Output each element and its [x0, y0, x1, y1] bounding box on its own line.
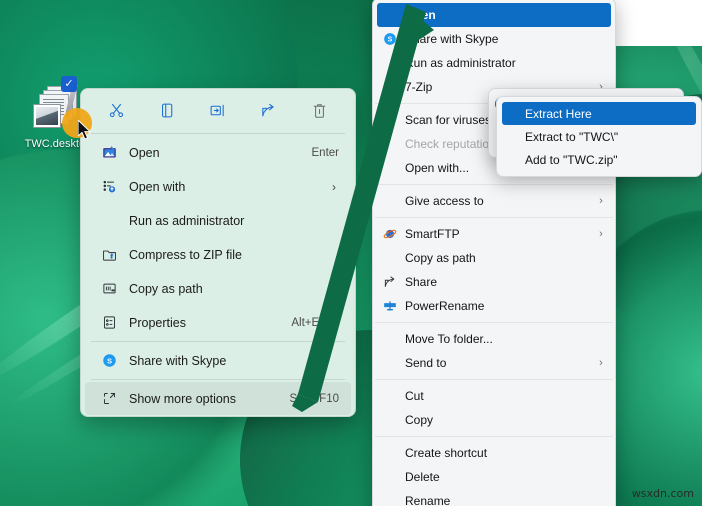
more-options-icon: [97, 391, 121, 406]
classic-item-give-access-to[interactable]: Give access to ›: [373, 189, 615, 213]
menu-label: Copy as path: [129, 281, 203, 296]
copy-path-icon: [97, 281, 121, 296]
classic-label: SmartFTP: [405, 227, 460, 241]
skype-icon: S: [97, 353, 121, 368]
menu-label: Compress to ZIP file: [129, 247, 243, 262]
menu-separator: [91, 379, 345, 380]
menu-item-show-more-options[interactable]: Show more options Shift+F10: [85, 382, 351, 415]
classic-item-powerrename[interactable]: PowerRename: [373, 294, 615, 318]
copy-button[interactable]: [150, 95, 184, 125]
watermark: wsxdn.com: [631, 487, 694, 500]
zip-item-extract-to-folder[interactable]: Extract to "TWC\": [497, 125, 701, 148]
menu-item-compress-to-zip[interactable]: Compress to ZIP file: [85, 238, 351, 271]
rename-icon: [211, 104, 225, 116]
win11-context-menu[interactable]: Open Enter Open with › Run as administra…: [80, 88, 356, 417]
classic-separator: [375, 379, 613, 380]
menu-accelerator: Enter: [311, 146, 340, 159]
classic-item-rename[interactable]: Rename: [373, 489, 615, 506]
classic-separator: [375, 217, 613, 218]
rename-button[interactable]: [201, 95, 235, 125]
classic-label: Cut: [405, 389, 424, 403]
classic-label: Copy as path: [405, 251, 476, 265]
menu-separator: [91, 133, 345, 134]
share-icon: [262, 103, 275, 116]
classic-item-delete[interactable]: Delete: [373, 465, 615, 489]
menu-label: Show more options: [129, 391, 237, 406]
classic-label: Share: [405, 275, 438, 289]
classic-item-share-with-skype[interactable]: S Share with Skype: [373, 27, 615, 51]
menu-label: Open with: [129, 179, 186, 194]
wallpaper-white-strip: [612, 0, 702, 46]
screen: ✓ TWC.desktop Open Enter Open with › Run…: [0, 0, 702, 506]
copy-icon: [161, 103, 172, 117]
classic-label: Copy: [405, 413, 434, 427]
classic-item-send-to[interactable]: Send to ›: [373, 351, 615, 375]
classic-label: Move To folder...: [405, 332, 493, 346]
classic-context-menu[interactable]: Open S Share with Skype Run as administr…: [372, 0, 616, 506]
open-with-icon: [97, 179, 121, 194]
menu-item-open[interactable]: Open Enter: [85, 136, 351, 169]
smartftp-icon: [379, 227, 401, 241]
classic-item-open[interactable]: Open: [377, 3, 611, 27]
properties-icon: [97, 315, 121, 330]
menu-accelerator: Shift+F10: [289, 392, 339, 405]
mouse-cursor: [62, 108, 102, 148]
classic-item-run-as-administrator[interactable]: Run as administrator: [373, 51, 615, 75]
svg-text:S: S: [388, 37, 393, 44]
menu-item-share-with-skype[interactable]: S Share with Skype: [85, 344, 351, 377]
zip-item-extract-here[interactable]: Extract Here: [502, 102, 696, 125]
menu-label: Share with Skype: [129, 353, 227, 368]
zip-submenu[interactable]: Extract Here Extract to "TWC\" Add to "T…: [496, 96, 702, 177]
classic-item-move-to-folder[interactable]: Move To folder...: [373, 327, 615, 351]
menu-item-open-with[interactable]: Open with ›: [85, 170, 351, 203]
svg-text:S: S: [106, 356, 111, 365]
menu-label: Open: [129, 145, 160, 160]
selection-check-badge: ✓: [61, 76, 77, 92]
classic-item-cut[interactable]: Cut: [373, 384, 615, 408]
zip-folder-icon: [97, 247, 121, 262]
menu-item-copy-as-path[interactable]: Copy as path: [85, 272, 351, 305]
menu-item-run-as-administrator[interactable]: Run as administrator: [85, 204, 351, 237]
delete-button[interactable]: [303, 95, 337, 125]
classic-label: Create shortcut: [405, 446, 488, 460]
chevron-right-icon: ›: [599, 195, 603, 207]
share-button[interactable]: [252, 95, 286, 125]
menu-label: Properties: [129, 315, 186, 330]
chevron-right-icon: ›: [332, 179, 336, 194]
classic-item-copy-as-path[interactable]: Copy as path: [373, 246, 615, 270]
menu-label: Run as administrator: [129, 213, 245, 228]
shield-icon: [379, 113, 401, 127]
chevron-right-icon: ›: [599, 228, 603, 240]
powerrename-icon: [379, 299, 401, 313]
zip-item-add-to-zip[interactable]: Add to "TWC.zip": [497, 148, 701, 171]
classic-item-copy[interactable]: Copy: [373, 408, 615, 432]
quick-action-toolbar[interactable]: [81, 89, 355, 131]
trash-icon: [313, 103, 326, 118]
scissors-icon: [109, 103, 124, 117]
skype-icon: S: [379, 32, 401, 46]
menu-separator: [91, 341, 345, 342]
classic-label: Delete: [405, 470, 440, 484]
classic-label: Share with Skype: [405, 32, 499, 46]
cursor-arrow-icon: [78, 120, 92, 140]
share-icon: [379, 275, 401, 289]
chevron-right-icon: ›: [599, 357, 603, 369]
cut-button[interactable]: [99, 95, 133, 125]
classic-item-smartftp[interactable]: SmartFTP ›: [373, 222, 615, 246]
classic-separator: [375, 184, 613, 185]
classic-label: Open: [405, 8, 436, 22]
classic-label: Run as administrator: [405, 56, 516, 70]
classic-item-create-shortcut[interactable]: Create shortcut: [373, 441, 615, 465]
classic-label: Give access to: [405, 194, 484, 208]
classic-label: Send to: [405, 356, 447, 370]
classic-label: PowerRename: [405, 299, 485, 313]
menu-accelerator: Alt+Enter: [291, 316, 339, 329]
classic-item-share[interactable]: Share: [373, 270, 615, 294]
menu-item-properties[interactable]: Properties Alt+Enter: [85, 306, 351, 339]
classic-label: Rename: [405, 494, 451, 506]
classic-separator: [375, 436, 613, 437]
classic-separator: [375, 322, 613, 323]
